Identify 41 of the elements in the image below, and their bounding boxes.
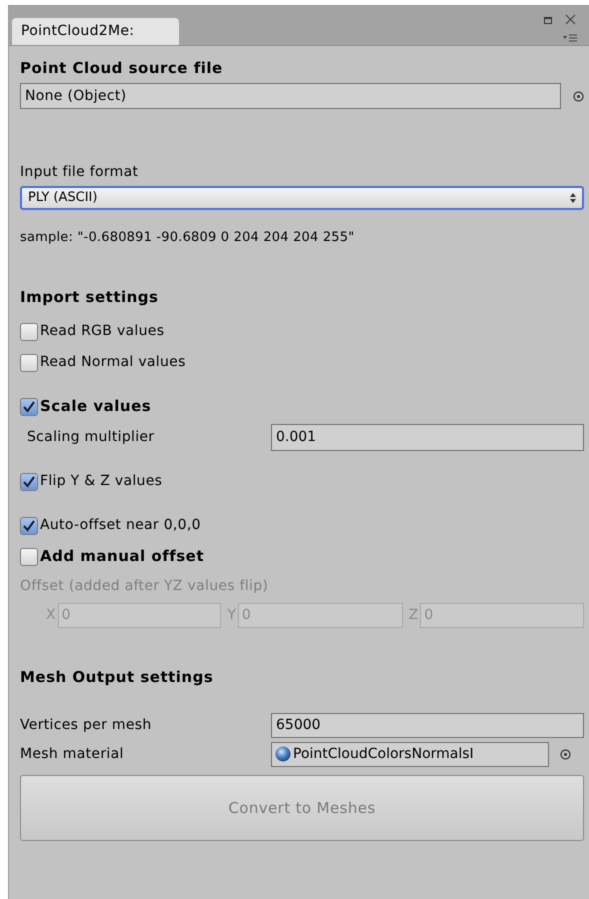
axis-label: Z xyxy=(408,606,418,624)
close-icon[interactable] xyxy=(565,14,576,25)
material-name: PointCloudColorsNormalsI xyxy=(293,744,474,764)
checkbox-label: Read Normal values xyxy=(40,353,186,372)
checkbox-label: Scale values xyxy=(40,396,152,418)
checkbox-label: Add manual offset xyxy=(40,546,204,568)
format-dropdown[interactable]: PLY (ASCII) xyxy=(20,186,584,210)
checkmark-icon xyxy=(22,518,36,532)
checkbox[interactable] xyxy=(20,548,38,566)
object-picker-icon[interactable] xyxy=(573,90,584,102)
checkbox-label: Read RGB values xyxy=(40,322,164,341)
field-label: Mesh material xyxy=(20,744,125,764)
material-field[interactable]: PointCloudColorsNormalsI xyxy=(271,742,549,766)
section-heading: Mesh Output settings xyxy=(20,667,214,688)
offset-label: Offset (added after YZ values flip) xyxy=(20,577,268,596)
checkbox-label: Auto-offset near 0,0,0 xyxy=(40,516,201,535)
dropdown-arrows-icon xyxy=(570,193,576,203)
checkbox-label: Flip Y & Z values xyxy=(40,472,162,491)
field-label: Scaling multiplier xyxy=(26,428,156,447)
checkbox[interactable] xyxy=(20,516,38,534)
field-label: Input file format xyxy=(20,162,140,182)
checkbox[interactable] xyxy=(20,322,38,340)
checkbox[interactable] xyxy=(20,354,38,372)
menu-icon[interactable] xyxy=(563,34,577,42)
tab[interactable]: PointCloud2Me: xyxy=(12,18,179,45)
axis-label: Y xyxy=(227,606,236,624)
checkmark-icon xyxy=(22,400,36,414)
axis-label: X xyxy=(46,606,56,624)
number-field[interactable]: 65000 xyxy=(271,712,584,738)
object-picker-icon[interactable] xyxy=(560,748,571,760)
object-field[interactable]: None (Object) xyxy=(20,83,561,109)
checkmark-icon xyxy=(22,474,36,488)
number-field[interactable]: 0.001 xyxy=(271,424,584,451)
sphere-icon xyxy=(275,746,291,762)
sample-text: sample: "-0.680891 -90.6809 0 204 204 204 255" xyxy=(20,229,356,248)
checkbox[interactable] xyxy=(20,472,38,490)
field-label: Vertices per mesh xyxy=(20,716,153,734)
section-heading: Import settings xyxy=(20,287,160,308)
maximize-icon[interactable] xyxy=(544,17,552,24)
section-heading: Point Cloud source file xyxy=(20,58,224,80)
checkbox[interactable] xyxy=(20,398,38,416)
